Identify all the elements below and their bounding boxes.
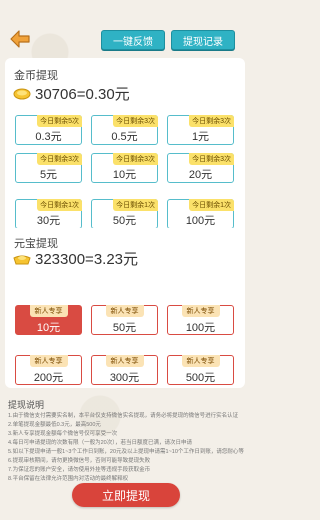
instructions-text: 1.由于微信支付需要实名制，本平台仅支持微信实名提现，请务必将提现的微信号进行实… [8,412,244,484]
remaining-tag: 今日剩余1次 [37,199,82,211]
gold-option-7[interactable]: 今日剩余1次 30元 [15,199,82,229]
gold-option-4[interactable]: 今日剩余3次 5元 [15,153,82,183]
yuanbao-option-6[interactable]: 新人专享 500元 [167,355,234,385]
withdraw-now-button[interactable]: 立即提现 [72,483,180,507]
yuanbao-option-1[interactable]: 新人专享 10元 [15,305,82,335]
option-amount: 100元 [185,215,216,227]
yuanbao-option-4[interactable]: 新人专享 200元 [15,355,82,385]
gold-balance-row: 30706=0.30元 [13,83,130,104]
yuanbao-option-5[interactable]: 新人专享 300元 [91,355,158,385]
instruction-line: 3.新人专享提现金额每个微信号仅可享受一次 [8,431,118,437]
gold-option-5[interactable]: 今日剩余3次 10元 [91,153,158,183]
instruction-line: 5.如以下提现申请一般1~3个工作日到账，20元及以上提现申请需1~10个工作日… [8,449,244,455]
yuanbao-balance: 323300=3.23元 [35,251,139,268]
option-amount: 200元 [33,372,64,384]
instructions-title: 提现说明 [8,400,45,410]
gold-coin-icon [13,88,31,99]
back-button[interactable] [10,30,30,48]
gold-option-2[interactable]: 今日剩余3次 0.5元 [91,115,158,145]
option-amount: 0.3元 [35,131,62,143]
instruction-line: 7.为保证您的账户安全，请勿使用外挂等违规手段获取金币 [8,467,151,473]
option-amount: 20元 [188,169,213,181]
new-user-tag: 新人专享 [181,305,220,317]
gold-section-title: 金币提现 [14,70,58,82]
new-user-tag: 新人专享 [105,305,144,317]
option-amount: 30元 [36,215,61,227]
option-amount: 10元 [112,169,137,181]
new-user-tag: 新人专享 [29,305,68,317]
remaining-tag: 今日剩余3次 [113,115,158,127]
gold-withdraw-card: 金币提现 30706=0.30元 今日剩余5次 0.3元 今日剩余3次 0.5元… [5,58,245,243]
remaining-tag: 今日剩余3次 [189,115,234,127]
instruction-line: 1.由于微信支付需要实名制，本平台仅支持微信实名提现，请务必将提现的微信号进行实… [8,413,239,419]
gold-balance: 30706=0.30元 [35,86,130,103]
option-amount: 300元 [109,372,140,384]
gold-option-3[interactable]: 今日剩余3次 1元 [167,115,234,145]
gold-option-8[interactable]: 今日剩余1次 50元 [91,199,158,229]
remaining-tag: 今日剩余3次 [113,153,158,165]
option-amount: 1元 [191,131,210,143]
option-amount: 500元 [185,372,216,384]
yuanbao-option-2[interactable]: 新人专享 50元 [91,305,158,335]
back-arrow-icon [10,30,30,48]
new-user-tag: 新人专享 [105,355,144,367]
option-amount: 10元 [36,322,61,334]
withdraw-records-button[interactable]: 提现记录 [171,30,235,50]
ingot-icon [13,255,31,264]
feedback-button[interactable]: 一键反馈 [101,30,165,50]
instruction-line: 6.提现审核期间，请勿更换微信号，否则可能导致提现失败 [8,458,151,464]
option-amount: 0.5元 [111,131,138,143]
gold-option-1[interactable]: 今日剩余5次 0.3元 [15,115,82,145]
instruction-line: 2.单笔提现金额最低0.3元，最高500元 [8,422,101,428]
option-amount: 50元 [112,322,137,334]
remaining-tag: 今日剩余1次 [189,199,234,211]
header: 一键反馈 提现记录 [0,0,250,55]
gold-option-6[interactable]: 今日剩余3次 20元 [167,153,234,183]
remaining-tag: 今日剩余3次 [189,153,234,165]
option-amount: 5元 [39,169,58,181]
yuanbao-withdraw-card: 元宝提现 323300=3.23元 新人专享 10元 新人专享 50元 新人专享… [5,228,245,388]
yuanbao-option-3[interactable]: 新人专享 100元 [167,305,234,335]
gold-option-9[interactable]: 今日剩余1次 100元 [167,199,234,229]
remaining-tag: 今日剩余1次 [113,199,158,211]
new-user-tag: 新人专享 [181,355,220,367]
remaining-tag: 今日剩余3次 [37,153,82,165]
instruction-line: 4.每日可申请提现的次数有限（一般为20次），若当日额度已满，请次日申请 [8,440,192,446]
remaining-tag: 今日剩余5次 [37,115,82,127]
option-amount: 50元 [112,215,137,227]
new-user-tag: 新人专享 [29,355,68,367]
yuanbao-balance-row: 323300=3.23元 [13,248,138,269]
option-amount: 100元 [185,322,216,334]
